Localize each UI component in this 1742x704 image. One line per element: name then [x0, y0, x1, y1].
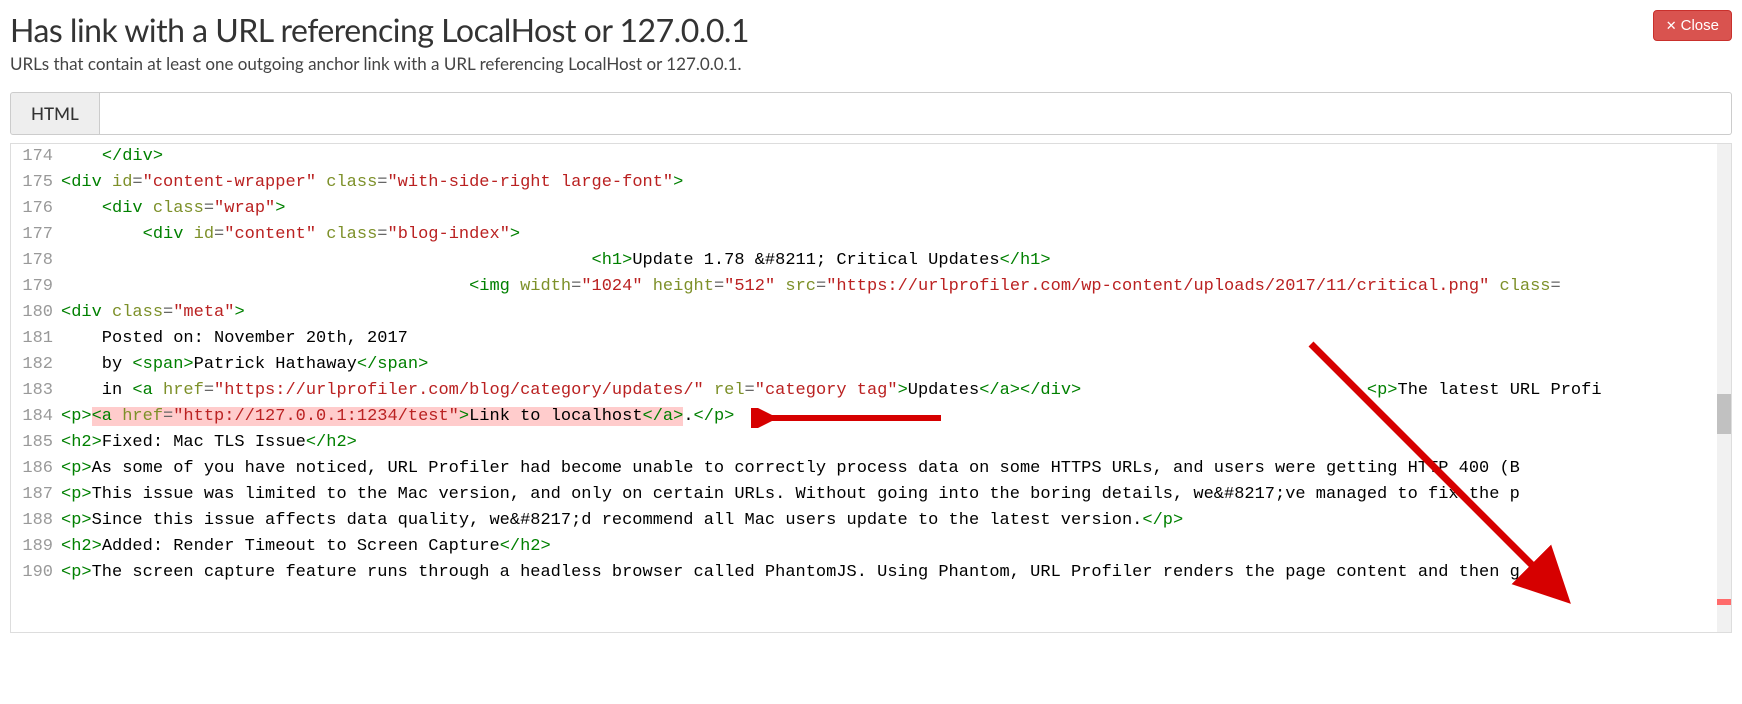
- line-number: 190: [11, 560, 61, 586]
- code-line: 178 <h1>Update 1.78 &#8211; Critical Upd…: [11, 248, 1731, 274]
- scrollbar-thumb[interactable]: [1717, 394, 1731, 434]
- line-number: 185: [11, 430, 61, 456]
- line-number: 188: [11, 508, 61, 534]
- vertical-scrollbar[interactable]: [1717, 144, 1731, 632]
- line-number: 179: [11, 274, 61, 300]
- line-number: 184: [11, 404, 61, 430]
- url-input[interactable]: [100, 92, 1732, 135]
- line-number: 187: [11, 482, 61, 508]
- code-content: <div id="content" class="blog-index">: [61, 222, 1731, 248]
- header: Has link with a URL referencing LocalHos…: [10, 10, 1732, 49]
- code-content: <div id="content-wrapper" class="with-si…: [61, 170, 1731, 196]
- code-line: 180<div class="meta">: [11, 300, 1731, 326]
- code-content: <h2>Fixed: Mac TLS Issue</h2>: [61, 430, 1731, 456]
- code-line: 183 in <a href="https://urlprofiler.com/…: [11, 378, 1731, 404]
- code-content: <p>The screen capture feature runs throu…: [61, 560, 1731, 586]
- page-title: Has link with a URL referencing LocalHos…: [10, 10, 749, 49]
- code-content: <div class="wrap">: [61, 196, 1731, 222]
- line-number: 174: [11, 144, 61, 170]
- line-number: 178: [11, 248, 61, 274]
- code-line: 177 <div id="content" class="blog-index"…: [11, 222, 1731, 248]
- code-content: in <a href="https://urlprofiler.com/blog…: [61, 378, 1731, 404]
- code-line: 187<p>This issue was limited to the Mac …: [11, 482, 1731, 508]
- tabbar: HTML: [10, 92, 1732, 135]
- line-number: 176: [11, 196, 61, 222]
- line-number: 175: [11, 170, 61, 196]
- code-content: <h2>Added: Render Timeout to Screen Capt…: [61, 534, 1731, 560]
- line-number: 186: [11, 456, 61, 482]
- code-line: 182 by <span>Patrick Hathaway</span>: [11, 352, 1731, 378]
- line-number: 183: [11, 378, 61, 404]
- code-line: 174 </div>: [11, 144, 1731, 170]
- code-line: 175<div id="content-wrapper" class="with…: [11, 170, 1731, 196]
- line-number: 180: [11, 300, 61, 326]
- code-line: 189<h2>Added: Render Timeout to Screen C…: [11, 534, 1731, 560]
- code-line: 188<p>Since this issue affects data qual…: [11, 508, 1731, 534]
- code-content: <div class="meta">: [61, 300, 1731, 326]
- line-number: 189: [11, 534, 61, 560]
- code-line: 179 <img width="1024" height="512" src="…: [11, 274, 1731, 300]
- close-button[interactable]: ✕ Close: [1653, 10, 1732, 41]
- code-content: <p><a href="http://127.0.0.1:1234/test">…: [61, 404, 1731, 430]
- code-line: 181 Posted on: November 20th, 2017: [11, 326, 1731, 352]
- code-content: </div>: [61, 144, 1731, 170]
- code-content: <h1>Update 1.78 &#8211; Critical Updates…: [61, 248, 1731, 274]
- code-line: 185<h2>Fixed: Mac TLS Issue</h2>: [11, 430, 1731, 456]
- close-label: Close: [1681, 17, 1719, 34]
- code-line: 190<p>The screen capture feature runs th…: [11, 560, 1731, 586]
- code-content: Posted on: November 20th, 2017: [61, 326, 1731, 352]
- code-content: <img width="1024" height="512" src="http…: [61, 274, 1731, 300]
- line-number: 177: [11, 222, 61, 248]
- scrollbar-highlight-marker: [1717, 599, 1731, 605]
- code-content: <p>This issue was limited to the Mac ver…: [61, 482, 1731, 508]
- line-number: 181: [11, 326, 61, 352]
- code-line: 184<p><a href="http://127.0.0.1:1234/tes…: [11, 404, 1731, 430]
- code-content: <p>Since this issue affects data quality…: [61, 508, 1731, 534]
- code-line: 186<p>As some of you have noticed, URL P…: [11, 456, 1731, 482]
- code-line: 176 <div class="wrap">: [11, 196, 1731, 222]
- line-number: 182: [11, 352, 61, 378]
- subtitle: URLs that contain at least one outgoing …: [10, 53, 1732, 74]
- code-viewer[interactable]: 174 </div>175<div id="content-wrapper" c…: [10, 143, 1732, 633]
- code-content: by <span>Patrick Hathaway</span>: [61, 352, 1731, 378]
- tab-html[interactable]: HTML: [10, 92, 100, 135]
- code-content: <p>As some of you have noticed, URL Prof…: [61, 456, 1731, 482]
- close-icon: ✕: [1666, 18, 1677, 34]
